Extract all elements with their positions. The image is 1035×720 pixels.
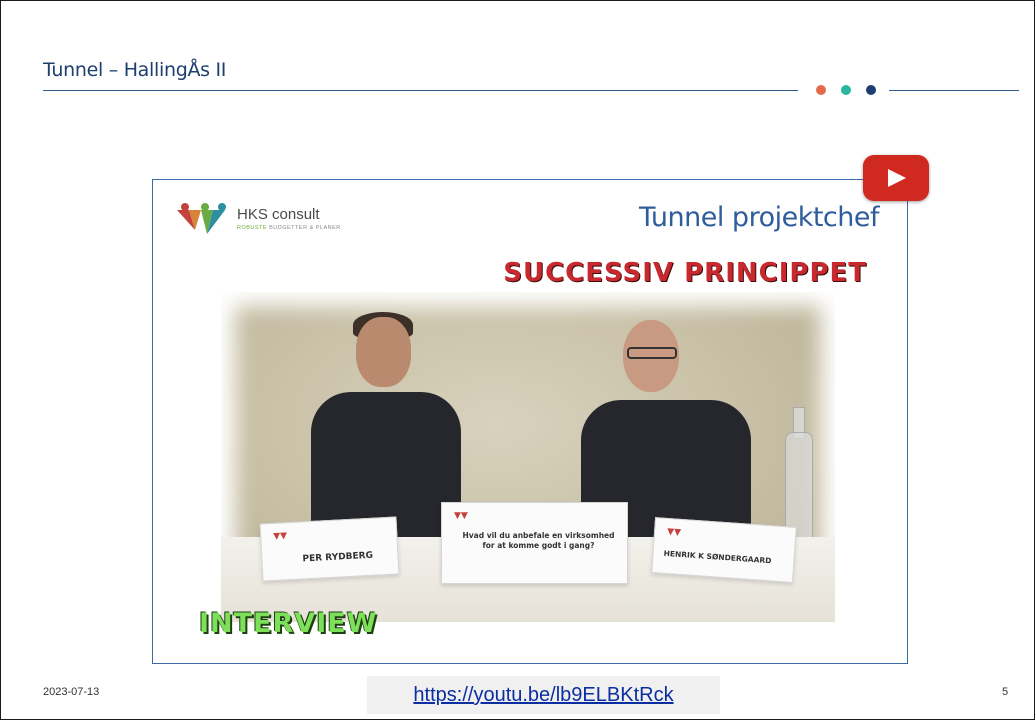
interview-label: INTERVIEW <box>199 608 378 639</box>
hks-logo: HKS consult ROBUSTE BUDGETTER & PLANER <box>175 202 375 242</box>
slide-frame: Tunnel – HallingÅs II HKS consult ROBUST… <box>0 0 1035 720</box>
name-card-left: ▼▼ PER RYDBERG <box>259 516 400 582</box>
interview-photo: ▼▼ PER RYDBERG ▼▼ Hvad vil du anbefale e… <box>221 292 835 622</box>
video-heading-main: Tunnel projektchef <box>639 202 880 233</box>
card-logo-icon: ▼▼ <box>273 531 288 542</box>
logo-tagline: ROBUSTE BUDGETTER & PLANER <box>237 225 341 231</box>
slide-title: Tunnel – HallingÅs II <box>43 59 227 81</box>
title-rule-right <box>889 90 1019 91</box>
footer-date: 2023-07-13 <box>43 686 100 698</box>
logo-text: HKS consult <box>237 206 320 223</box>
person-left-head <box>356 317 411 387</box>
dot-icon <box>841 85 851 95</box>
youtube-play-icon[interactable] <box>863 155 929 201</box>
hks-logo-icon <box>177 203 226 234</box>
video-heading-sub: SUCCESSIV PRINCIPPET <box>503 258 867 288</box>
page-number: 5 <box>1002 686 1009 698</box>
logo-tagline-b: BUDGETTER & PLANER <box>269 225 341 231</box>
name-card-text: Hvad vil du anbefale en virksomhed for a… <box>462 531 615 550</box>
name-card-text: HENRIK K SØNDERGAARD <box>663 548 772 566</box>
name-card-text: PER RYDBERG <box>302 550 374 565</box>
video-link[interactable]: https://youtu.be/lb9ELBKtRck <box>367 676 720 714</box>
title-rule-left <box>43 90 798 91</box>
dot-icon <box>816 85 826 95</box>
name-card-center: ▼▼ Hvad vil du anbefale en virksomhed fo… <box>441 502 628 584</box>
logo-tagline-a: ROBUSTE <box>237 225 268 231</box>
video-thumbnail[interactable]: HKS consult ROBUSTE BUDGETTER & PLANER T… <box>152 179 908 664</box>
card-logo-icon: ▼▼ <box>666 527 682 538</box>
dot-icon <box>866 85 876 95</box>
play-triangle-icon <box>888 169 906 187</box>
glasses <box>627 347 677 359</box>
name-card-right: ▼▼ HENRIK K SØNDERGAARD <box>651 517 797 583</box>
card-logo-icon: ▼▼ <box>454 511 468 521</box>
